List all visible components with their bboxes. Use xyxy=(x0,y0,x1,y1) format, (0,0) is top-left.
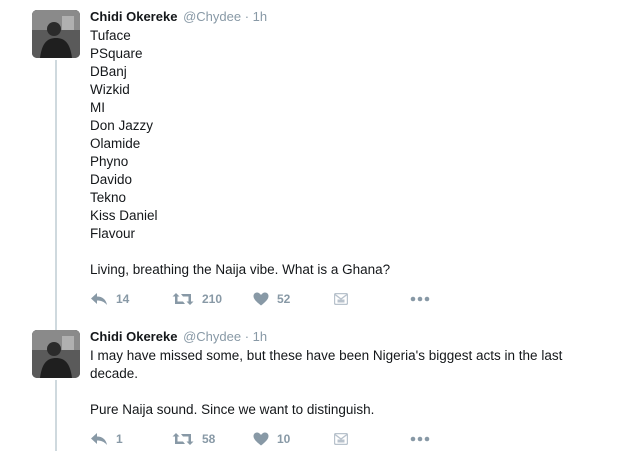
more-icon xyxy=(410,436,430,442)
tweet-text-line: Flavour xyxy=(90,226,136,241)
direct-message-button[interactable] xyxy=(334,429,348,449)
tweet-text: I may have missed some, but these have b… xyxy=(90,347,610,419)
tweet-text-line: MI xyxy=(90,100,105,115)
more-button[interactable] xyxy=(410,429,430,449)
retweet-button[interactable]: 210 xyxy=(172,289,222,309)
tweet-text-line: Living, breathing the Naija vibe. What i… xyxy=(90,262,391,277)
reply-count: 1 xyxy=(116,432,123,446)
like-button[interactable]: 52 xyxy=(253,289,290,309)
author-name[interactable]: Chidi Okereke xyxy=(90,9,177,24)
tweet-text-line: Olamide xyxy=(90,136,141,151)
tweet-header: Chidi Okereke @Chydee · 1h xyxy=(90,8,267,26)
tweet[interactable]: Chidi Okereke @Chydee · 1h I may have mi… xyxy=(0,320,627,451)
timestamp[interactable]: 1h xyxy=(253,329,267,344)
tweet-text-line: decade. xyxy=(90,366,139,381)
separator: · xyxy=(244,9,250,24)
tweet-header: Chidi Okereke @Chydee · 1h xyxy=(90,328,267,346)
tweet[interactable]: Chidi Okereke @Chydee · 1h Tuface PSquar… xyxy=(0,0,627,330)
retweet-count: 210 xyxy=(202,292,223,306)
thread-connector-line xyxy=(55,380,57,451)
tweet-text-line: Kiss Daniel xyxy=(90,208,158,223)
tweet-actions: 14 210 52 xyxy=(90,289,450,309)
direct-message-icon xyxy=(334,433,348,445)
heart-icon xyxy=(253,432,269,446)
reply-button[interactable]: 1 xyxy=(90,429,123,449)
reply-icon xyxy=(91,433,107,445)
like-button[interactable]: 10 xyxy=(253,429,290,449)
tweet-text-line: Tuface xyxy=(90,28,131,43)
retweet-icon xyxy=(172,293,194,305)
reply-count: 14 xyxy=(116,292,130,306)
tweet-text-line: PSquare xyxy=(90,46,143,61)
direct-message-icon xyxy=(334,293,348,305)
tweet-text-line: DBanj xyxy=(90,64,127,79)
tweet-text-line: Phyno xyxy=(90,154,129,169)
author-name[interactable]: Chidi Okereke xyxy=(90,329,177,344)
avatar-photo xyxy=(32,10,80,58)
retweet-icon xyxy=(172,433,194,445)
tweet-text-line: Don Jazzy xyxy=(90,118,154,133)
tweet-actions: 1 58 10 xyxy=(90,429,450,449)
separator: · xyxy=(244,329,250,344)
like-count: 10 xyxy=(277,432,291,446)
tweet-text-line: Tekno xyxy=(90,190,127,205)
reply-icon xyxy=(91,293,107,305)
tweet-text-line: Davido xyxy=(90,172,133,187)
tweet-text: Tuface PSquare DBanj Wizkid MI Don Jazzy… xyxy=(90,27,610,279)
retweet-button[interactable]: 58 xyxy=(172,429,215,449)
tweet-text-line: I may have missed some, but these have b… xyxy=(90,348,563,363)
author-handle[interactable]: @Chydee xyxy=(183,9,241,24)
thread-connector-line xyxy=(55,60,57,330)
like-count: 52 xyxy=(277,292,291,306)
tweet-text-line: Pure Naija sound. Since we want to disti… xyxy=(90,402,375,417)
more-button[interactable] xyxy=(410,289,430,309)
avatar[interactable] xyxy=(32,10,80,58)
avatar[interactable] xyxy=(32,330,80,378)
reply-button[interactable]: 14 xyxy=(90,289,129,309)
heart-icon xyxy=(253,292,269,306)
more-icon xyxy=(410,296,430,302)
avatar-photo xyxy=(32,330,80,378)
direct-message-button[interactable] xyxy=(334,289,348,309)
author-handle[interactable]: @Chydee xyxy=(183,329,241,344)
retweet-count: 58 xyxy=(202,432,216,446)
timestamp[interactable]: 1h xyxy=(253,9,267,24)
tweet-text-line: Wizkid xyxy=(90,82,130,97)
